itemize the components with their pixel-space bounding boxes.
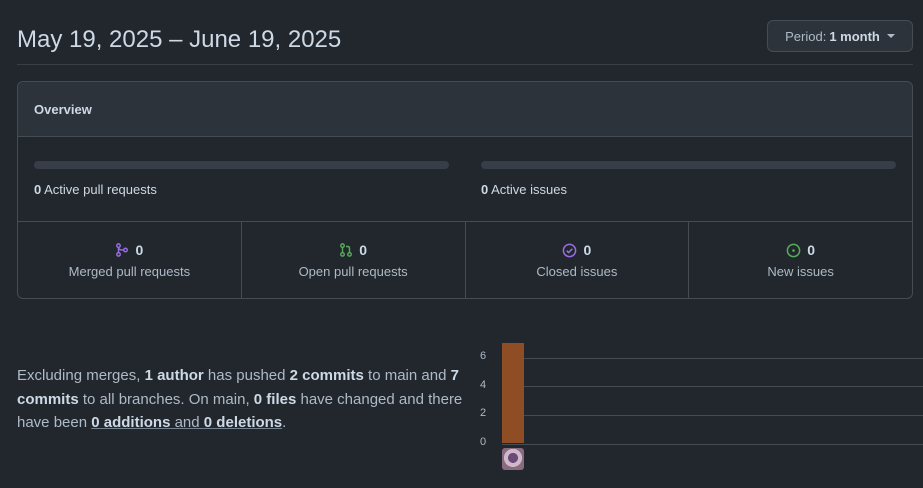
- commit-summary: Excluding merges, 1 author has pushed 2 …: [17, 364, 472, 435]
- stat-label: New issues: [767, 264, 834, 279]
- stat-count: 0: [135, 242, 144, 258]
- period-value: 1 month: [829, 28, 880, 44]
- author-avatar[interactable]: [502, 448, 524, 470]
- active-issues-label[interactable]: 0 Active issues: [481, 182, 896, 197]
- stat-label: Open pull requests: [298, 264, 408, 279]
- additions-count: 0: [91, 414, 100, 431]
- period-dropdown-button[interactable]: Period: 1 month: [767, 20, 913, 52]
- active-issues-progress: [481, 161, 896, 169]
- summary-text: and: [170, 414, 204, 431]
- active-prs-count: 0: [34, 182, 42, 197]
- summary-text: has pushed: [203, 367, 290, 384]
- additions-label: additions: [99, 414, 171, 431]
- deletions-count: 0: [203, 414, 213, 431]
- caret-down-icon: [886, 34, 895, 38]
- active-issues-count: 0: [481, 182, 489, 197]
- overview-stats: 0 Merged pull requests 0 Open pull reque…: [18, 222, 912, 298]
- issue-closed-icon: [563, 243, 577, 257]
- y-tick-label: 6: [480, 350, 487, 363]
- stat-merged-prs[interactable]: 0 Merged pull requests: [18, 222, 242, 298]
- stat-count: 0: [583, 242, 592, 258]
- stat-label: Merged pull requests: [68, 264, 191, 279]
- commits-chart: 0 2 4 6: [475, 336, 923, 476]
- stat-closed-issues[interactable]: 0 Closed issues: [466, 222, 690, 298]
- commit-bar[interactable]: [502, 343, 524, 443]
- chart-gridline: [502, 414, 923, 416]
- chart-gridline: [502, 357, 923, 359]
- active-issues-block: 0 Active issues: [481, 161, 896, 197]
- stat-new-issues[interactable]: 0 New issues: [689, 222, 912, 298]
- overview-panel: Overview 0 Active pull requests 0 Active…: [17, 81, 913, 299]
- overview-title: Overview: [18, 82, 912, 137]
- pull-request-icon: [340, 243, 353, 257]
- active-prs-text: Active pull requests: [44, 182, 157, 197]
- y-tick-label: 4: [480, 378, 487, 391]
- stat-label: Closed issues: [536, 264, 618, 279]
- commits-main-count: 2 commits: [289, 367, 364, 384]
- stat-open-prs[interactable]: 0 Open pull requests: [242, 222, 466, 298]
- y-tick-label: 0: [480, 436, 487, 448]
- active-prs-label[interactable]: 0 Active pull requests: [34, 182, 449, 197]
- chart-gridline: [502, 386, 923, 388]
- additions-deletions-link[interactable]: 0 additions and 0 deletions: [91, 414, 282, 431]
- summary-text: .: [282, 414, 287, 431]
- summary-text: to main and: [363, 367, 451, 384]
- deletions-label: deletions: [212, 414, 283, 431]
- merge-icon: [116, 243, 129, 257]
- issue-opened-icon: [786, 243, 801, 257]
- summary-text: Excluding merges,: [17, 367, 145, 384]
- stat-count: 0: [807, 242, 816, 258]
- summary-text: to all branches. On main,: [78, 390, 254, 408]
- page-header: May 19, 2025 – June 19, 2025 Period: 1 m…: [17, 0, 913, 65]
- active-prs-progress: [34, 161, 449, 169]
- y-tick-label: 2: [480, 407, 487, 420]
- date-range-title: May 19, 2025 – June 19, 2025: [17, 26, 342, 53]
- files-count: 0 files: [253, 390, 297, 408]
- chart-gridline: [502, 443, 923, 445]
- period-prefix: Period:: [785, 28, 827, 44]
- overview-activity-bars: 0 Active pull requests 0 Active issues: [18, 137, 912, 222]
- authors-count: 1 author: [144, 367, 204, 384]
- active-issues-text: Active issues: [491, 182, 568, 197]
- active-prs-block: 0 Active pull requests: [34, 161, 449, 197]
- stat-count: 0: [359, 242, 368, 258]
